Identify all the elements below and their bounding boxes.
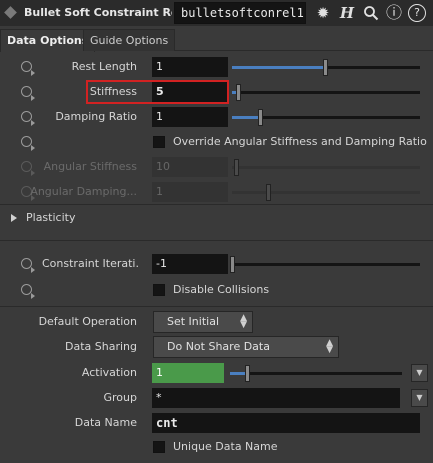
angular-damping-row: Angular Damping... 1 [0,181,433,203]
default-operation-row: Default Operation Set Initial ▲ ▼ [0,311,433,333]
override-label: Override Angular Stiffness and Damping R… [173,135,427,148]
default-operation-label: Default Operation [38,315,137,328]
unique-data-name-checkbox[interactable] [153,441,165,453]
gear-icon[interactable] [21,258,35,273]
node-name-field[interactable]: bulletsoftconrel1 [174,2,306,24]
group-menu-button[interactable]: ▼ [411,389,428,407]
tab-data-options[interactable]: Data Options [0,29,96,52]
rest-length-row: Rest Length 1 [0,56,433,78]
activation-slider[interactable] [230,365,402,382]
rest-length-label: Rest Length [71,60,137,73]
damping-ratio-row: Damping Ratio 1 [0,106,433,128]
gear-icon[interactable]: ✹ [313,3,333,23]
activation-row: Activation 1 ▼ [0,362,433,384]
gear-icon[interactable] [21,86,35,101]
constraint-iterations-row: Constraint Iterati... -1 [0,253,433,275]
gear-icon[interactable] [21,284,35,299]
houdini-help-icon[interactable]: H [337,3,357,23]
highlight-box [86,80,229,104]
gear-icon[interactable] [21,136,35,151]
info-icon[interactable]: ⓘ [384,3,404,23]
constraint-iterations-slider[interactable] [230,256,420,273]
divider [0,306,433,307]
divider [0,204,433,205]
search-icon[interactable] [361,3,381,23]
expand-triangle-icon[interactable] [11,214,17,222]
data-name-field[interactable]: cnt [152,413,420,433]
stiffness-slider[interactable] [232,84,420,101]
activation-label: Activation [81,366,137,379]
angular-damping-label: Angular Damping... [30,185,137,198]
damping-ratio-field[interactable]: 1 [152,107,228,127]
angular-stiffness-label: Angular Stiffness [43,160,137,173]
default-operation-menu[interactable]: Set Initial ▲ ▼ [153,311,253,333]
data-name-row: Data Name cnt [0,412,433,434]
angular-stiffness-row: Angular Stiffness 10 [0,156,433,178]
damping-ratio-slider[interactable] [232,109,420,126]
override-row: Override Angular Stiffness and Damping R… [0,131,433,153]
rest-length-field[interactable]: 1 [152,57,228,77]
damping-ratio-label: Damping Ratio [55,110,137,123]
gear-icon[interactable] [21,61,35,76]
angular-stiffness-slider [232,159,420,176]
node-type-label: Bullet Soft Constraint Rel... [4,3,172,23]
data-sharing-menu[interactable]: Do Not Share Data ▲ ▼ [153,336,339,358]
plasticity-label: Plasticity [26,211,76,224]
activation-menu-button[interactable]: ▼ [411,364,428,382]
gear-icon [21,161,35,176]
constraint-iterations-label: Constraint Iterati... [42,257,138,270]
data-sharing-label: Data Sharing [65,340,137,353]
gear-icon[interactable] [21,111,35,126]
group-label: Group [103,391,138,404]
node-type-icon [4,6,17,19]
updown-arrow-icon: ▲ ▼ [326,338,333,355]
data-sharing-row: Data Sharing Do Not Share Data ▲ ▼ [0,336,433,358]
angular-damping-slider [232,184,420,201]
group-field[interactable]: * [152,388,400,408]
divider [0,240,433,241]
data-name-label: Data Name [74,416,137,429]
constraint-iterations-field[interactable]: -1 [152,254,228,274]
help-icon[interactable]: ? [408,4,426,22]
group-row: Group * ▼ [0,387,433,409]
disable-collisions-row: Disable Collisions [0,279,433,301]
rest-length-slider[interactable] [232,59,420,76]
updown-arrow-icon: ▲ ▼ [240,313,247,330]
search-icon-glyph [364,6,379,21]
angular-stiffness-field: 10 [152,157,228,177]
plasticity-folder[interactable]: Plasticity [0,207,433,229]
parameter-editor: Bullet Soft Constraint Rel... bulletsoft… [0,0,433,463]
activation-field[interactable]: 1 [152,363,224,383]
tab-guide-options[interactable]: Guide Options [83,29,176,51]
parameter-header: Bullet Soft Constraint Rel... bulletsoft… [0,0,433,26]
disable-collisions-label: Disable Collisions [173,283,270,296]
disable-collisions-checkbox[interactable] [153,284,165,296]
unique-data-name-row: Unique Data Name [0,436,433,458]
override-checkbox[interactable] [153,136,165,148]
tab-bar: Data Options Guide Options [0,29,433,52]
unique-data-name-label: Unique Data Name [173,440,278,453]
angular-damping-field: 1 [152,182,228,202]
